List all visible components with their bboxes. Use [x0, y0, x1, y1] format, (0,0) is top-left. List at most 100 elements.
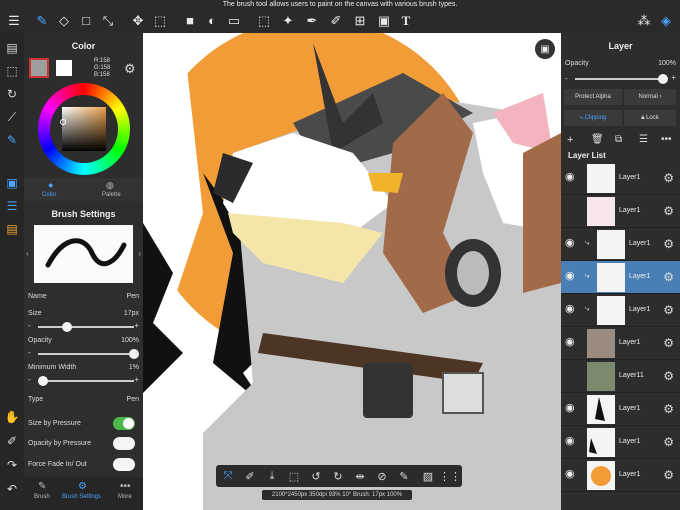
layer-settings-gear-icon[interactable]: ⚙: [663, 204, 674, 218]
import-icon[interactable]: ⤓: [264, 468, 280, 484]
fill-icon[interactable]: ■: [182, 12, 198, 28]
select-transform-icon[interactable]: ⤧: [220, 468, 236, 484]
color-wheel[interactable]: [38, 83, 130, 175]
tab-palette[interactable]: Palette: [102, 192, 121, 198]
layer-opacity-decrease-icon[interactable]: -: [565, 74, 568, 83]
layer-opacity-increase-icon[interactable]: +: [671, 73, 676, 82]
fill-selection-icon[interactable]: ▨: [420, 468, 436, 484]
hide-selection-icon[interactable]: ⊘: [374, 468, 390, 484]
lasso-select-icon[interactable]: ⬚: [256, 12, 272, 28]
next-brush-arrow-icon[interactable]: ›: [138, 249, 141, 258]
min-width-decrease-icon[interactable]: -: [28, 375, 31, 384]
size-slider-knob[interactable]: [61, 322, 72, 332]
layer-row[interactable]: ◉ Layer1 ⚙: [561, 459, 680, 492]
opacity-decrease-icon[interactable]: -: [28, 348, 31, 357]
visibility-eye-icon[interactable]: ◉: [565, 238, 579, 249]
protect-alpha-button[interactable]: Protect Alpha: [564, 89, 622, 105]
layer-more-icon[interactable]: •••: [661, 134, 672, 145]
color-panel-icon[interactable]: ▣: [4, 175, 20, 191]
select-pen-icon[interactable]: ✒: [304, 12, 320, 28]
layer-settings-gear-icon[interactable]: ⚙: [663, 303, 674, 317]
layer-row[interactable]: ◉ ⤷ Layer1 ⚙: [561, 294, 680, 327]
magic-wand-icon[interactable]: ✦: [280, 12, 296, 28]
eyedropper-icon[interactable]: ✐: [4, 433, 20, 449]
primary-color-swatch[interactable]: [29, 58, 49, 78]
duplicate-layer-icon[interactable]: ⧉: [615, 134, 622, 145]
color-tab-icon[interactable]: ●: [48, 180, 53, 190]
min-width-slider[interactable]: [37, 376, 134, 386]
frame-icon[interactable]: ⊞: [352, 12, 368, 28]
layer-row[interactable]: ◉ Layer1 ⚙: [561, 162, 680, 195]
lock-button[interactable]: 🔒︎ Lock: [624, 110, 676, 126]
layer-settings-gear-icon[interactable]: ⚙: [663, 468, 674, 482]
pages-icon[interactable]: ▤: [4, 40, 20, 56]
text-tool-icon[interactable]: T: [398, 12, 414, 28]
layer-settings-gear-icon[interactable]: ⚙: [663, 402, 674, 416]
tab-brush[interactable]: Brush: [34, 494, 50, 500]
visibility-eye-icon[interactable]: ◉: [565, 271, 579, 282]
visibility-eye-icon[interactable]: ◉: [565, 469, 579, 480]
brush-list-icon[interactable]: ☰: [4, 198, 20, 214]
visibility-eye-icon[interactable]: ◉: [565, 436, 579, 447]
undo-icon[interactable]: ↶: [4, 481, 20, 497]
brush-tab-icon[interactable]: ✎: [38, 481, 46, 492]
prev-brush-arrow-icon[interactable]: ‹: [26, 249, 29, 258]
opacity-increase-icon[interactable]: +: [134, 348, 139, 357]
secondary-color-swatch[interactable]: [56, 60, 72, 76]
layer-list-icon[interactable]: ☰: [639, 134, 648, 145]
rotate-left-icon[interactable]: ↺: [308, 468, 324, 484]
force-fade-toggle[interactable]: [113, 458, 135, 471]
more-tab-icon[interactable]: •••: [120, 481, 131, 492]
materials-icon[interactable]: ⁂: [636, 12, 652, 28]
snap-icon[interactable]: ✎: [4, 132, 20, 148]
rotate-icon[interactable]: ↻: [4, 86, 20, 102]
size-slider[interactable]: [38, 322, 134, 332]
gradient-icon[interactable]: ▭: [226, 12, 242, 28]
layer-row[interactable]: Layer11 ⚙: [561, 360, 680, 393]
flip-icon[interactable]: ⇹: [352, 468, 368, 484]
eraser-quick-icon[interactable]: ✐: [242, 468, 258, 484]
size-by-pressure-toggle[interactable]: [113, 417, 135, 430]
layer-row[interactable]: ◉ Layer1 ⚙: [561, 426, 680, 459]
rotate-right-icon[interactable]: ↻: [330, 468, 346, 484]
redo-icon[interactable]: ↷: [4, 457, 20, 473]
layers-icon[interactable]: ◈: [658, 12, 674, 28]
tab-brush-settings[interactable]: Brush Settings: [62, 494, 101, 500]
ruler-icon[interactable]: ⟋: [4, 109, 20, 125]
layer-opacity-knob[interactable]: [658, 74, 668, 84]
layer-settings-gear-icon[interactable]: ⚙: [663, 270, 674, 284]
clipping-button[interactable]: ⤷ Clipping: [564, 110, 622, 126]
min-width-slider-knob[interactable]: [37, 376, 48, 386]
resize-icon[interactable]: ⬚: [152, 12, 168, 28]
brush-tool-icon[interactable]: ✎: [34, 12, 50, 28]
transform-icon[interactable]: ⤡: [100, 12, 116, 28]
visibility-eye-icon[interactable]: ◉: [565, 403, 579, 414]
layer-settings-gear-icon[interactable]: ⚙: [663, 171, 674, 185]
eraser-icon[interactable]: ◇: [56, 12, 72, 28]
add-layer-icon[interactable]: +: [567, 134, 573, 146]
visibility-eye-icon[interactable]: ◉: [565, 304, 579, 315]
opacity-slider[interactable]: [38, 349, 139, 359]
size-decrease-icon[interactable]: -: [28, 321, 31, 330]
layer-row[interactable]: ◉ Layer1 ⚙: [561, 327, 680, 360]
blend-mode-button[interactable]: Normal ›: [624, 89, 676, 105]
delete-layer-icon[interactable]: 🗑︎: [591, 134, 604, 145]
tab-color[interactable]: Color: [42, 192, 56, 198]
deselect-icon[interactable]: ⬚: [286, 468, 302, 484]
layer-settings-gear-icon[interactable]: ⚙: [663, 336, 674, 350]
layer-row[interactable]: ◉ ⤷ Layer1 ⚙: [561, 228, 680, 261]
color-settings-gear-icon[interactable]: ⚙: [124, 61, 136, 77]
visibility-eye-icon[interactable]: ◉: [565, 172, 579, 183]
layer-row-selected[interactable]: ◉ ⤷ Layer1 ⚙: [561, 261, 680, 294]
move-icon[interactable]: ✥: [130, 12, 146, 28]
layer-settings-gear-icon[interactable]: ⚙: [663, 369, 674, 383]
layer-settings-gear-icon[interactable]: ⚙: [663, 237, 674, 251]
layer-opacity-slider[interactable]: [575, 74, 668, 84]
layer-settings-gear-icon[interactable]: ⚙: [663, 435, 674, 449]
size-increase-icon[interactable]: +: [134, 321, 139, 330]
palette-tab-icon[interactable]: ◍: [106, 180, 114, 191]
brush-settings-tab-icon[interactable]: ⚙: [78, 481, 87, 492]
layer-row[interactable]: ◉ Layer1 ⚙: [561, 393, 680, 426]
menu-icon[interactable]: ☰: [6, 12, 22, 28]
rectangle-select-icon[interactable]: □: [78, 12, 94, 28]
